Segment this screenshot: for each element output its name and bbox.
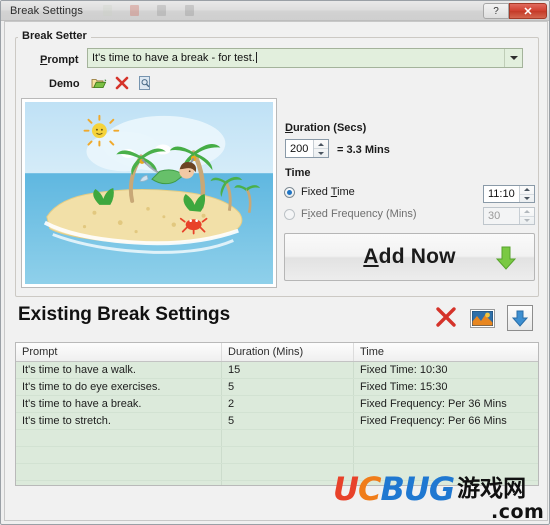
caret-down-icon (318, 151, 324, 155)
table-row[interactable]: It's time to have a break. 2 Fixed Frequ… (16, 396, 538, 413)
duration-label: Duration (Secs) (285, 122, 367, 134)
fixed-time-spinner-up[interactable] (520, 186, 534, 195)
table-row[interactable]: It's time to do eye exercises. 5 Fixed T… (16, 379, 538, 396)
cell-duration: 2 (222, 396, 354, 412)
picture-thumbnail-icon[interactable] (470, 308, 495, 328)
prompt-input[interactable]: It's time to have a break - for test. (88, 52, 504, 64)
caret-up-icon (318, 142, 324, 146)
window-title: Break Settings (10, 5, 83, 17)
table-row-empty[interactable] (16, 464, 538, 481)
close-button[interactable]: ✕ (509, 3, 547, 19)
cell-duration: 5 (222, 379, 354, 395)
open-folder-icon[interactable] (91, 75, 107, 91)
radio-fixed-time-indicator[interactable] (284, 186, 295, 198)
column-header-time[interactable]: Time (354, 343, 538, 361)
existing-toolbar (434, 305, 533, 331)
cell-time: Fixed Frequency: Per 66 Mins (360, 415, 507, 427)
titlebar-ghost-icons (101, 4, 211, 18)
cell-time: Fixed Time: 10:30 (360, 364, 448, 376)
caret-down-icon (524, 218, 530, 222)
chevron-down-icon (509, 56, 518, 60)
break-settings-window: Break Settings ? ✕ Break Setter Prompt I… (0, 0, 550, 525)
cell-time: Fixed Frequency: Per 36 Mins (360, 398, 507, 410)
fixed-frequency-spinner-up (520, 208, 534, 217)
add-now-button[interactable]: Add Now (284, 233, 535, 281)
table-header-row: Prompt Duration (Mins) Time (16, 343, 538, 362)
cell-duration: 15 (222, 362, 354, 378)
duration-converted-text: = 3.3 Mins (337, 144, 390, 156)
fixed-frequency-value: 30 (488, 210, 501, 222)
ghost-icon-4 (185, 5, 194, 16)
ghost-icon-3 (157, 5, 166, 16)
help-button[interactable]: ? (483, 3, 509, 19)
arrow-down-green-icon (495, 246, 517, 270)
cell-time: Fixed Time: 15:30 (360, 381, 448, 393)
fixed-time-value[interactable]: 11:10 (484, 186, 519, 202)
duration-spinner-up[interactable] (314, 140, 328, 149)
delete-red-x-icon[interactable] (114, 75, 130, 91)
ghost-icon-2 (130, 5, 139, 16)
radio-fixed-time[interactable]: Fixed Time (284, 186, 355, 198)
cell-prompt: It's time to have a break. (16, 396, 222, 412)
beach-island-illustration (25, 102, 273, 284)
radio-dot-icon (287, 189, 292, 195)
preview-document-icon[interactable] (137, 75, 153, 91)
prompt-value: It's time to have a break - for test. (92, 52, 255, 64)
column-header-prompt[interactable]: Prompt (16, 343, 222, 361)
title-bar: Break Settings ? ✕ (1, 1, 549, 21)
fixed-time-spinner-buttons[interactable] (519, 186, 534, 202)
duration-spinner-buttons[interactable] (313, 140, 328, 157)
existing-break-settings-table[interactable]: Prompt Duration (Mins) Time It's time to… (15, 342, 539, 486)
duration-spinner-down[interactable] (314, 149, 328, 157)
demo-icon-group (91, 75, 153, 91)
table-row[interactable]: It's time to have a walk. 15 Fixed Time:… (16, 362, 538, 379)
caret-up-icon (524, 188, 530, 192)
cell-prompt: It's time to have a walk. (16, 362, 222, 378)
duration-spinner[interactable]: 200 (285, 139, 329, 158)
radio-fixed-frequency-label: Fixed Frequency (Mins) (301, 208, 417, 220)
demo-label: Demo (49, 78, 80, 90)
duration-value[interactable]: 200 (286, 140, 313, 157)
column-header-duration[interactable]: Duration (Mins) (222, 343, 354, 361)
prompt-combobox[interactable]: It's time to have a break - for test. (87, 48, 523, 68)
fixed-frequency-spinner-buttons (519, 208, 534, 224)
fixed-time-spinner-down[interactable] (520, 195, 534, 203)
caret-down-icon (524, 196, 530, 200)
text-caret (255, 52, 257, 63)
window-controls: ? ✕ (483, 3, 547, 19)
time-label: Time (285, 167, 311, 179)
radio-fixed-time-label: Fixed Time (301, 186, 355, 198)
cell-prompt: It's time to stretch. (16, 413, 222, 429)
fixed-time-spinner[interactable]: 11:10 (483, 185, 535, 203)
fixed-frequency-spinner-down (520, 217, 534, 225)
table-row[interactable]: It's time to stretch. 5 Fixed Frequency:… (16, 413, 538, 430)
break-setter-group-title: Break Setter (18, 30, 91, 42)
cell-prompt: It's time to do eye exercises. (16, 379, 222, 395)
prompt-label: Prompt (40, 54, 79, 66)
arrow-down-blue-icon[interactable] (507, 305, 533, 331)
table-row-empty[interactable] (16, 430, 538, 447)
existing-break-settings-title: Existing Break Settings (18, 304, 231, 325)
add-now-label: Add Now (363, 245, 456, 268)
radio-fixed-frequency[interactable]: Fixed Frequency (Mins) (284, 208, 417, 220)
radio-fixed-frequency-indicator[interactable] (284, 208, 295, 220)
table-row-empty[interactable] (16, 481, 538, 485)
fixed-frequency-spinner: 30 (483, 207, 535, 225)
break-image-canvas (25, 102, 273, 284)
delete-red-x-icon[interactable] (434, 306, 458, 331)
table-row-empty[interactable] (16, 447, 538, 464)
ghost-icon-1 (103, 5, 112, 16)
prompt-dropdown-button[interactable] (504, 49, 522, 67)
caret-up-icon (524, 210, 530, 214)
cell-duration: 5 (222, 413, 354, 429)
break-image-preview[interactable] (21, 98, 277, 288)
